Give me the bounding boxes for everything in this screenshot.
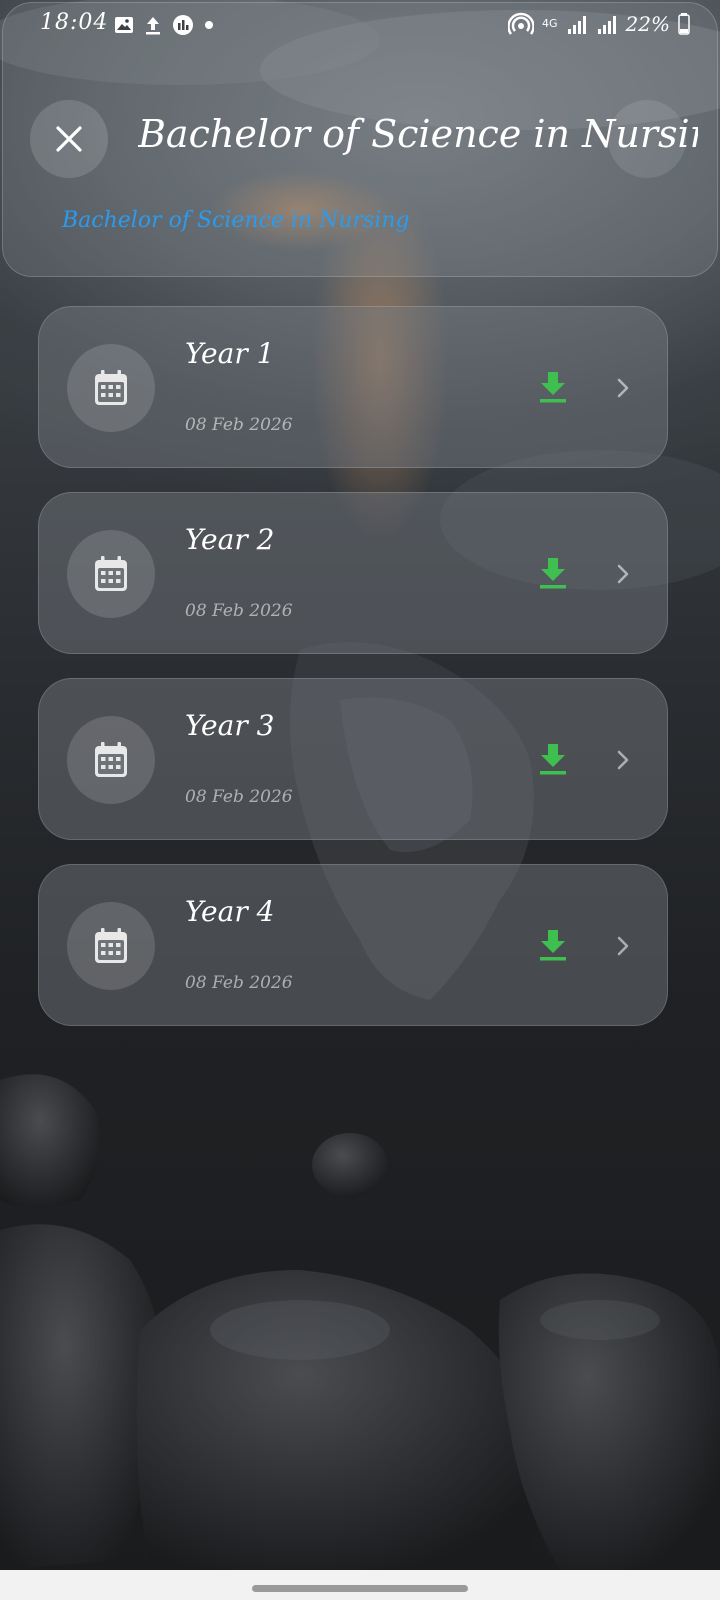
year-date: 08 Feb 2026 [185,973,293,993]
year-title: Year 3 [185,709,275,742]
close-icon [56,126,82,152]
year-title: Year 1 [185,337,275,370]
status-time: 18:04 [40,10,109,35]
year-date: 08 Feb 2026 [185,415,293,435]
download-button[interactable] [533,925,573,965]
hotspot-icon [508,12,535,35]
status-notification-icons [114,14,214,36]
open-year-button[interactable] [609,745,637,775]
calendar-icon [95,928,127,963]
year-date: 08 Feb 2026 [185,787,293,807]
download-icon [540,558,566,589]
year-title: Year 4 [185,895,275,928]
download-button[interactable] [533,553,573,593]
chevron-right-icon [617,750,629,770]
page-subtitle: Bachelor of Science in Nursing [62,208,410,233]
year-list: Year 1 08 Feb 2026 Year 2 08 Feb 2026 Ye… [38,306,668,1050]
chevron-right-icon [617,378,629,398]
open-year-button[interactable] [609,931,637,961]
battery-icon [678,13,690,35]
upload-icon [146,17,160,35]
signal-2-icon [597,16,616,34]
download-button[interactable] [533,739,573,779]
image-icon [115,17,133,33]
download-icon [540,372,566,403]
year-card-3[interactable]: Year 3 08 Feb 2026 [38,678,668,840]
year-date: 08 Feb 2026 [185,601,293,621]
download-button[interactable] [533,367,573,407]
year-card-2[interactable]: Year 2 08 Feb 2026 [38,492,668,654]
calendar-icon [95,742,127,777]
chevron-right-icon [617,936,629,956]
download-icon [540,744,566,775]
signal-icon [567,16,586,34]
year-card-4[interactable]: Year 4 08 Feb 2026 [38,864,668,1026]
status-system-icons: 4G 22% [508,12,690,36]
status-bar: 18:04 4G 22% [0,0,720,52]
network-type-label: 4G [542,17,558,30]
year-icon-container [67,902,155,990]
chevron-right-icon [617,564,629,584]
year-icon-container [67,716,155,804]
page-title: Bachelor of Science in Nursing [138,112,698,156]
battery-percentage: 22% [625,12,670,36]
calendar-icon [95,370,127,405]
stats-icon [173,15,193,35]
calendar-icon [95,556,127,591]
home-gesture-handle[interactable] [252,1585,468,1592]
year-title: Year 2 [185,523,275,556]
download-icon [540,930,566,961]
close-button[interactable] [30,100,108,178]
year-card-1[interactable]: Year 1 08 Feb 2026 [38,306,668,468]
open-year-button[interactable] [609,559,637,589]
year-icon-container [67,344,155,432]
dot-icon [205,21,213,29]
open-year-button[interactable] [609,373,637,403]
year-icon-container [67,530,155,618]
system-navigation-bar [0,1570,720,1600]
